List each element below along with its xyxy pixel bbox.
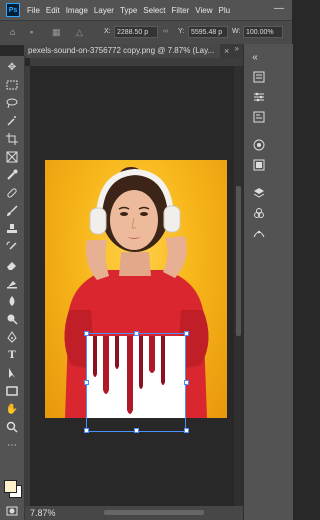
transform-handle-bottom[interactable] xyxy=(134,428,139,433)
document-title: pexels-sound-on-3756772 copy.png @ 7.87%… xyxy=(28,46,215,55)
document-tab[interactable]: pexels-sound-on-3756772 copy.png @ 7.87%… xyxy=(24,44,220,58)
menu-select[interactable]: Select xyxy=(140,6,168,15)
width-field[interactable]: 100.00% xyxy=(243,26,283,38)
w-label: W: xyxy=(232,28,241,35)
zoom-icon[interactable] xyxy=(4,420,20,434)
history-panel-icon[interactable] xyxy=(252,70,266,84)
eraser-icon[interactable] xyxy=(4,258,20,272)
transform-handle-bottom-right[interactable] xyxy=(184,428,189,433)
move-icon[interactable]: ✥ xyxy=(4,60,20,74)
photoshop-logo: Ps xyxy=(6,3,20,17)
menu-type[interactable]: Type xyxy=(117,6,140,15)
transform-bounding-box[interactable] xyxy=(84,331,189,433)
transform-handle-bottom-left[interactable] xyxy=(84,428,89,433)
eyedropper-icon[interactable] xyxy=(4,168,20,182)
menu-plugins[interactable]: Plu xyxy=(216,6,234,15)
document-tab-bar: pexels-sound-on-3756772 copy.png @ 7.87%… xyxy=(24,44,243,58)
menu-file[interactable]: File xyxy=(24,6,43,15)
adjustments-panel-icon[interactable] xyxy=(252,90,266,104)
properties-panel-icon[interactable] xyxy=(252,110,266,124)
menu-image[interactable]: Image xyxy=(63,6,91,15)
transform-handle-top[interactable] xyxy=(134,331,139,336)
healing-icon[interactable] xyxy=(4,186,20,200)
foreground-color-swatch[interactable] xyxy=(4,480,17,493)
link-icon[interactable]: ∞ xyxy=(163,28,168,35)
shape-icon[interactable] xyxy=(4,384,20,398)
menu-edit[interactable]: Edit xyxy=(43,6,63,15)
gradient-icon[interactable] xyxy=(4,276,20,290)
crop-icon[interactable] xyxy=(4,132,20,146)
stamp-icon[interactable] xyxy=(4,222,20,236)
menu-filter[interactable]: Filter xyxy=(169,6,193,15)
transform-handle-top-left[interactable] xyxy=(84,331,89,336)
options-bar: ⌂ ▪ ▦ △ X: 2288.50 p ∞ Y: 5595.48 p W: 1… xyxy=(0,20,292,46)
history-brush-icon[interactable] xyxy=(4,240,20,254)
path-select-icon[interactable] xyxy=(4,366,20,380)
menu-layer[interactable]: Layer xyxy=(91,6,117,15)
horizontal-scroll-thumb[interactable] xyxy=(104,510,204,515)
menu-view[interactable]: View xyxy=(192,6,215,15)
home-icon[interactable]: ⌂ xyxy=(10,27,15,37)
panel-collapse-icon[interactable]: « xyxy=(248,50,262,64)
reference-point-icon[interactable]: ▦ xyxy=(52,27,61,38)
channels-panel-icon[interactable] xyxy=(252,206,266,220)
vertical-scrollbar[interactable] xyxy=(234,66,243,506)
minimize-icon[interactable]: — xyxy=(274,3,284,14)
delta-icon: △ xyxy=(76,27,83,37)
hand-icon[interactable]: ✋ xyxy=(4,402,20,416)
type-icon[interactable]: T xyxy=(4,348,20,362)
blur-icon[interactable] xyxy=(4,294,20,308)
menu-bar: Ps File Edit Image Layer Type Select Fil… xyxy=(0,0,292,20)
frame-icon[interactable] xyxy=(4,150,20,164)
dodge-icon[interactable] xyxy=(4,312,20,326)
color-panel-icon[interactable] xyxy=(252,138,266,152)
pen-icon[interactable] xyxy=(4,330,20,344)
tool-preset-icon[interactable]: ▪ xyxy=(30,27,33,37)
layers-panel-icon[interactable] xyxy=(252,186,266,200)
zoom-level[interactable]: 7.87% xyxy=(30,508,56,518)
status-bar: 7.87% xyxy=(24,506,243,520)
magic-wand-icon[interactable] xyxy=(4,114,20,128)
vertical-scroll-thumb[interactable] xyxy=(236,186,241,336)
marquee-icon[interactable] xyxy=(4,78,20,92)
lasso-icon[interactable] xyxy=(4,96,20,110)
transform-handle-left[interactable] xyxy=(84,380,89,385)
x-position-field[interactable]: 2288.50 p xyxy=(114,26,158,38)
transform-handle-top-right[interactable] xyxy=(184,331,189,336)
y-position-field[interactable]: 5595.48 p xyxy=(188,26,228,38)
close-icon[interactable]: × xyxy=(224,46,229,56)
paths-panel-icon[interactable] xyxy=(252,226,266,240)
brush-icon[interactable] xyxy=(4,204,20,218)
transform-handle-right[interactable] xyxy=(184,380,189,385)
panel-dock: « xyxy=(243,44,293,520)
collapse-icon[interactable]: » xyxy=(235,44,239,53)
more-tools-icon[interactable]: ⋯ xyxy=(4,438,20,452)
x-label: X: xyxy=(104,28,111,35)
quick-mask-icon[interactable] xyxy=(4,504,20,518)
swatches-panel-icon[interactable] xyxy=(252,158,266,172)
tools-panel: ✥ T ✋ ⋯ xyxy=(0,56,25,520)
y-label: Y: xyxy=(178,28,185,35)
